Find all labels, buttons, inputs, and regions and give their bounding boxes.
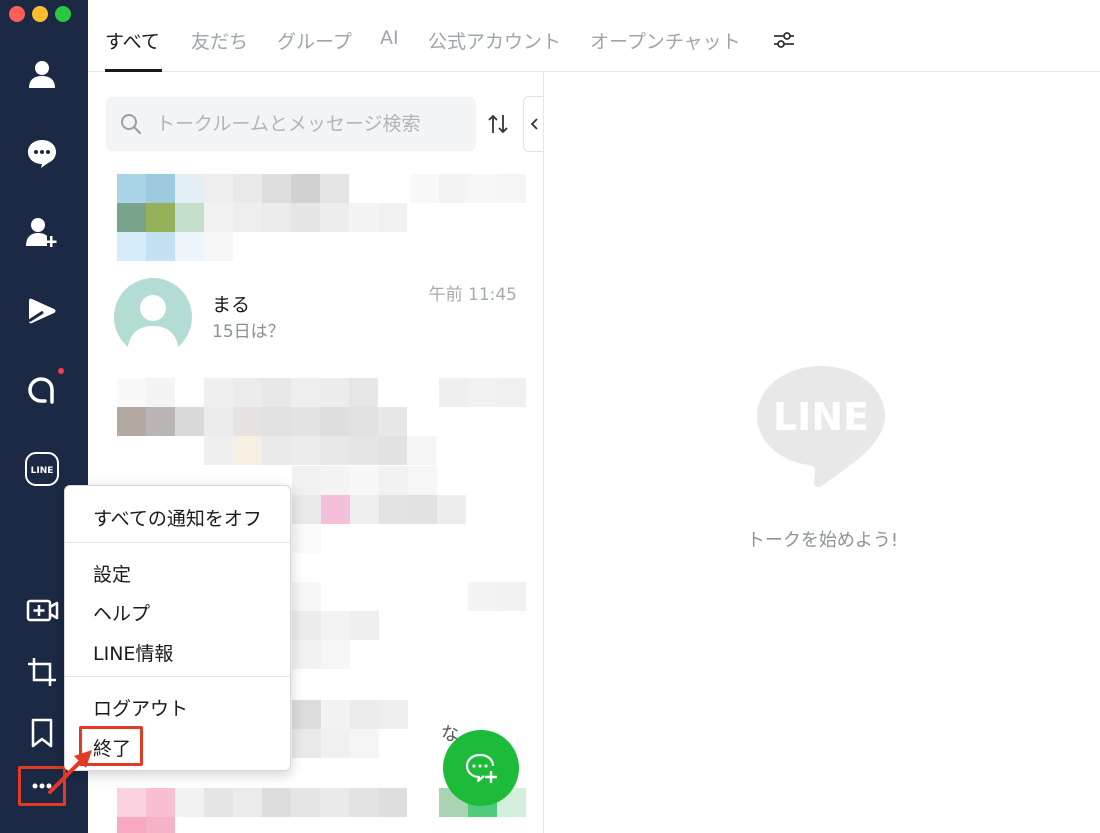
default-avatar-icon <box>127 295 179 356</box>
blurred-chat-row[interactable] <box>288 466 528 566</box>
quit-highlight-box <box>79 726 143 766</box>
filter-settings-icon[interactable] <box>772 28 796 52</box>
svg-text:LINE: LINE <box>31 466 54 476</box>
minimize-window-button[interactable] <box>32 6 48 22</box>
chat-timestamp: 午前 11:45 <box>428 285 517 305</box>
close-window-button[interactable] <box>9 6 25 22</box>
search-input[interactable] <box>156 111 456 137</box>
menu-item-logout[interactable]: ログアウト <box>93 694 188 721</box>
tab-official-accounts[interactable]: 公式アカウント <box>428 27 561 54</box>
person-icon <box>29 61 55 88</box>
blurred-chat-row[interactable] <box>288 582 528 672</box>
sidebar-item-line-service[interactable]: LINE <box>20 447 64 491</box>
add-person-icon <box>26 218 57 247</box>
chat-row-maru[interactable]: まる 15日は？ 午前 11:45 <box>88 270 543 366</box>
a-icon <box>28 377 54 404</box>
zoom-window-button[interactable] <box>55 6 71 22</box>
blurred-chat-row[interactable] <box>88 378 528 478</box>
empty-state-message: トークを始めよう! <box>746 530 899 551</box>
menu-separator <box>65 542 290 543</box>
play-icon <box>28 298 56 324</box>
menu-item-settings[interactable]: 設定 <box>93 560 131 587</box>
chat-name: まる <box>212 294 251 316</box>
chevron-left-icon <box>530 118 538 130</box>
tab-groups[interactable]: グループ <box>277 27 352 54</box>
search-box[interactable] <box>106 97 476 151</box>
new-chat-button[interactable] <box>443 730 519 806</box>
tab-ai[interactable]: AI <box>380 27 399 49</box>
sidebar-item-friends[interactable] <box>20 52 64 96</box>
collapse-pane-button[interactable] <box>523 96 543 152</box>
sidebar-item-chats[interactable] <box>20 131 64 175</box>
avatar <box>114 278 192 356</box>
sidebar-item-news[interactable] <box>20 368 64 412</box>
new-chat-icon <box>465 753 497 783</box>
sidebar-item-screenshot[interactable] <box>20 650 64 694</box>
more-dots-icon <box>32 783 52 789</box>
notification-dot <box>58 368 64 374</box>
sidebar-item-voom[interactable] <box>20 289 64 333</box>
menu-item-help[interactable]: ヘルプ <box>93 599 150 626</box>
tab-open-chat[interactable]: オープンチャット <box>590 27 741 54</box>
chat-bubble-icon <box>28 140 56 168</box>
menu-item-mute-all-notifications[interactable]: すべての通知をオフ <box>93 504 262 531</box>
crop-icon <box>28 658 56 686</box>
sort-icon[interactable] <box>486 112 510 136</box>
bookmark-icon <box>31 718 53 748</box>
sidebar-item-more[interactable] <box>18 766 66 806</box>
tab-friends[interactable]: 友だち <box>191 27 248 54</box>
conversation-pane: LINE トークを始めよう! <box>545 72 1100 833</box>
menu-item-about-line[interactable]: LINE情報 <box>93 639 173 666</box>
line-badge-icon: LINE <box>25 452 59 486</box>
svg-text:LINE: LINE <box>773 395 869 439</box>
line-app-window: LINE すべて 友だち グループ AI 公式アカウント オープンチャット トー… <box>0 0 1100 833</box>
sidebar-item-add-friends[interactable] <box>20 210 64 254</box>
tab-bar: すべて 友だち グループ AI 公式アカウント オープンチャット <box>88 0 1100 72</box>
more-menu: すべての通知をオフ 設定 ヘルプ LINE情報 ログアウト 終了 <box>64 485 291 771</box>
chat-preview: 15日は？ <box>212 322 285 342</box>
line-logo-icon: LINE <box>757 366 885 488</box>
search-icon <box>121 114 142 135</box>
tab-all[interactable]: すべて <box>105 27 160 54</box>
video-plus-icon <box>26 599 59 622</box>
menu-separator <box>65 676 290 677</box>
blurred-chat-row[interactable] <box>88 174 528 266</box>
sidebar-item-keep[interactable] <box>20 711 64 755</box>
sidebar-item-video-call[interactable] <box>20 588 64 632</box>
